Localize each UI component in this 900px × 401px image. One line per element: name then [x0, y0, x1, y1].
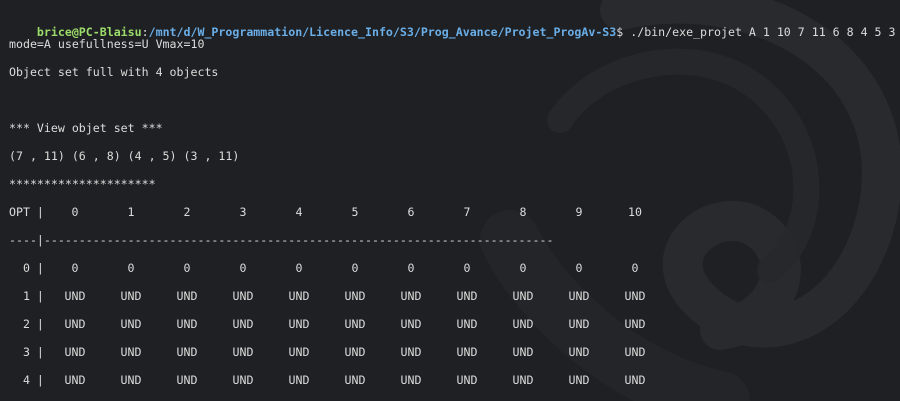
table-row: 2 | UND UND UND UND UND UND UND UND UND …	[0, 316, 900, 332]
column-header: 8	[519, 205, 527, 219]
table-cell: 0	[71, 261, 79, 275]
column-header: 4	[295, 205, 303, 219]
column-header: 9	[575, 205, 583, 219]
table-cell: 0	[407, 261, 415, 275]
row-label: 3 |	[9, 345, 44, 359]
table-cell: UND	[456, 345, 478, 359]
table-cell: UND	[568, 317, 590, 331]
column-header: 6	[407, 205, 415, 219]
terminal-window[interactable]: brice@PC-Blaisu:/mnt/d/W_Programmation/L…	[0, 0, 900, 401]
table-cell: 0	[351, 261, 359, 275]
table-cell: UND	[512, 289, 534, 303]
table-cell: UND	[400, 289, 422, 303]
column-header: 2	[183, 205, 191, 219]
table-cell: UND	[344, 373, 366, 387]
table-cell: UND	[624, 373, 646, 387]
column-header: 7	[463, 205, 471, 219]
table-cell: UND	[288, 373, 310, 387]
prompt-command: $ ./bin/exe_projet A 1 10 7 11 6 8 4 5 3…	[616, 25, 900, 39]
table-cell: 0	[295, 261, 303, 275]
table-row: 0 | 0 0 0 0 0 0 0 0 0 0 0	[0, 260, 900, 276]
table-cell: UND	[120, 289, 142, 303]
stars-line: *********************	[9, 177, 156, 191]
table-cell: UND	[568, 289, 590, 303]
prompt-line: brice@PC-Blaisu:/mnt/d/W_Programmation/L…	[9, 8, 900, 39]
table-cell: UND	[120, 317, 142, 331]
table-cell: UND	[232, 289, 254, 303]
table-cell: UND	[120, 373, 142, 387]
objects-line: (7 , 11) (6 , 8) (4 , 5) (3 , 11)	[9, 149, 240, 163]
table-cell: UND	[64, 345, 86, 359]
table-cell: UND	[120, 345, 142, 359]
table-cell: UND	[456, 373, 478, 387]
wallpaper-swirl-art	[480, 0, 900, 401]
table-cell: UND	[568, 373, 590, 387]
column-header: 1	[127, 205, 135, 219]
table-cell: UND	[400, 345, 422, 359]
table-cell: 0	[127, 261, 135, 275]
row-label: 0 |	[9, 261, 44, 275]
table-cell: UND	[344, 289, 366, 303]
table-cell: UND	[624, 345, 646, 359]
table-corner-label: OPT |	[9, 205, 44, 219]
table-cell: UND	[288, 345, 310, 359]
table-cell: UND	[232, 317, 254, 331]
table-cell: UND	[64, 289, 86, 303]
table-cell: UND	[64, 373, 86, 387]
column-header: 0	[71, 205, 79, 219]
table-row: 1 | UND UND UND UND UND UND UND UND UND …	[0, 288, 900, 304]
table-cell: 0	[575, 261, 583, 275]
row-label: 2 |	[9, 317, 44, 331]
row-label: 4 |	[9, 373, 44, 387]
table-cell: UND	[64, 317, 86, 331]
object-set-line: Object set full with 4 objects	[9, 65, 219, 79]
prompt-path: /mnt/d/W_Programmation/Licence_Info/S3/P…	[148, 25, 617, 39]
table-cell: UND	[344, 345, 366, 359]
table-cell: UND	[344, 317, 366, 331]
table-row: 3 | UND UND UND UND UND UND UND UND UND …	[0, 344, 900, 360]
table-cell: UND	[512, 373, 534, 387]
table-cell: 0	[183, 261, 191, 275]
column-header: 10	[628, 205, 642, 219]
table-cell: 0	[631, 261, 639, 275]
row-label: 1 |	[9, 289, 44, 303]
table-cell: UND	[512, 345, 534, 359]
table-cell: UND	[456, 289, 478, 303]
table-cell: UND	[400, 373, 422, 387]
table-cell: UND	[400, 317, 422, 331]
table-cell: UND	[176, 317, 198, 331]
table-cell: UND	[568, 345, 590, 359]
column-header: 3	[239, 205, 247, 219]
column-header: 5	[351, 205, 359, 219]
table-cell: UND	[176, 345, 198, 359]
table-cell: UND	[288, 289, 310, 303]
table-cell: UND	[512, 317, 534, 331]
table-cell: 0	[239, 261, 247, 275]
mode-line: mode=A usefullness=U Vmax=10	[9, 37, 205, 51]
table-header-row: OPT | 0 1 2 3 4 5 6 7 8 9 10	[0, 204, 900, 220]
table-cell: 0	[519, 261, 527, 275]
table-cell: UND	[232, 373, 254, 387]
table-cell: UND	[176, 373, 198, 387]
table-cell: 0	[463, 261, 471, 275]
table-cell: UND	[232, 345, 254, 359]
table-cell: UND	[624, 317, 646, 331]
table-divider-line: ----|-----------------------------------…	[9, 233, 554, 247]
table-cell: UND	[176, 289, 198, 303]
table-cell: UND	[288, 317, 310, 331]
table-row: 4 | UND UND UND UND UND UND UND UND UND …	[0, 372, 900, 388]
table-cell: UND	[456, 317, 478, 331]
table-cell: UND	[624, 289, 646, 303]
view-header-line: *** View objet set ***	[9, 121, 163, 135]
